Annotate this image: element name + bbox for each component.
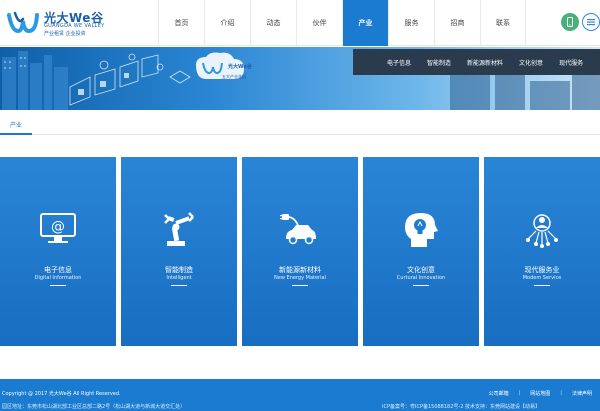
card-electronic-info[interactable]: @ 电子信息 Digital Information <box>0 157 116 346</box>
industry-cards: @ 电子信息 Digital Information 智能制造 Intellig… <box>0 157 600 346</box>
card-divider <box>413 285 429 286</box>
nav-contact[interactable]: 联系 <box>480 0 526 46</box>
banner-logo-subtitle: 五大产业花园 <box>222 74 246 79</box>
nav-news[interactable]: 动态 <box>250 0 296 46</box>
card-title: 现代服务业 <box>524 266 560 274</box>
card-title: 电子信息 <box>44 266 72 274</box>
card-divider <box>292 285 308 286</box>
site-footer: Copyright @ 2017 光大We谷 All Right Reserve… <box>0 379 600 411</box>
subnav-cultural-creative[interactable]: 文化创意 <box>519 58 543 67</box>
card-divider <box>534 285 550 286</box>
monitor-at-icon: @ <box>40 213 76 243</box>
nav-investment[interactable]: 招商 <box>434 0 480 46</box>
logo-slogan: 产业租赁 企业投资 <box>44 31 86 37</box>
footer-link-sitemap[interactable]: 网站地图 <box>530 390 550 397</box>
footer-link-legal[interactable]: 法律声明 <box>572 390 592 397</box>
logo-mark-icon <box>7 11 39 34</box>
site-logo[interactable]: 光大We谷 GUANGDA WE VALLEY 产业租赁 企业投资 <box>6 7 126 39</box>
copyright-text: Copyright @ 2017 光大We谷 All Right Reserve… <box>2 391 121 397</box>
subnav-electronic-info[interactable]: 电子信息 <box>387 58 411 67</box>
card-divider <box>50 285 66 286</box>
card-new-energy[interactable]: 新能源新材料 New Energy Material <box>242 157 358 346</box>
nav-services[interactable]: 服务 <box>388 0 434 46</box>
menu-icon[interactable] <box>582 13 600 31</box>
footer-separator: | <box>560 390 562 396</box>
card-divider <box>171 285 187 286</box>
industry-subnav: 电子信息 智能制造 新能源新材料 文化创意 现代服务 <box>353 49 600 75</box>
card-modern-service[interactable]: 现代服务业 Modem Service <box>484 157 600 346</box>
head-bulb-icon <box>405 213 438 247</box>
banner-logo-text: 光大We谷 <box>228 64 252 70</box>
footer-links: 公司邮箱 | 网站地图 | 法律声明 <box>489 390 592 397</box>
section-tabbar: 产业 <box>0 115 600 135</box>
card-subtitle: New Energy Material <box>274 275 326 281</box>
card-title: 智能制造 <box>165 266 193 274</box>
card-cultural-creative[interactable]: 文化创意 Curtural Innovation <box>363 157 479 346</box>
footer-link-email[interactable]: 公司邮箱 <box>489 390 509 397</box>
footer-separator: | <box>518 390 521 396</box>
robot-arm-icon <box>164 212 194 246</box>
nav-partners[interactable]: 伙伴 <box>296 0 342 46</box>
network-person-icon <box>526 214 558 248</box>
card-subtitle: Curtural Innovation <box>396 275 446 281</box>
address-text: 园区地址：东莞市松山湖北部工业区总部二路2号（松山湖大道与新城大道交汇处） <box>2 404 186 410</box>
nav-about[interactable]: 介绍 <box>204 0 250 46</box>
phone-icon[interactable] <box>561 13 579 31</box>
logo-english: GUANGDA WE VALLEY <box>44 23 105 29</box>
electric-car-icon <box>280 214 316 245</box>
page: 光大We谷 GUANGDA WE VALLEY 产业租赁 企业投资 首页 介绍 … <box>0 0 600 411</box>
nav-industry[interactable]: 产业 <box>342 0 388 46</box>
nav-home[interactable]: 首页 <box>158 0 204 46</box>
main-nav: 首页 介绍 动态 伙伴 产业 服务 招商 联系 <box>158 0 526 46</box>
subnav-new-energy[interactable]: 新能源新材料 <box>467 58 503 67</box>
subnav-intelligent-manufacturing[interactable]: 智能制造 <box>427 58 451 67</box>
tab-industry[interactable]: 产业 <box>0 115 32 135</box>
icp-text[interactable]: ICP备案号：粤ICP备15088182号-2 技术支持：东莞网站建设【动易】 <box>382 403 540 410</box>
card-subtitle: Modem Service <box>522 275 562 281</box>
card-subtitle: Intelligent <box>166 275 192 281</box>
card-subtitle: Digital Information <box>34 275 82 281</box>
site-header: 光大We谷 GUANGDA WE VALLEY 产业租赁 企业投资 首页 介绍 … <box>0 0 600 46</box>
svg-text:@: @ <box>51 219 65 235</box>
card-intelligent-manufacturing[interactable]: 智能制造 Intelligent <box>121 157 237 346</box>
card-title: 文化创意 <box>407 266 435 274</box>
subnav-modern-service[interactable]: 现代服务 <box>559 58 583 67</box>
card-title: 新能源新材料 <box>279 266 321 274</box>
